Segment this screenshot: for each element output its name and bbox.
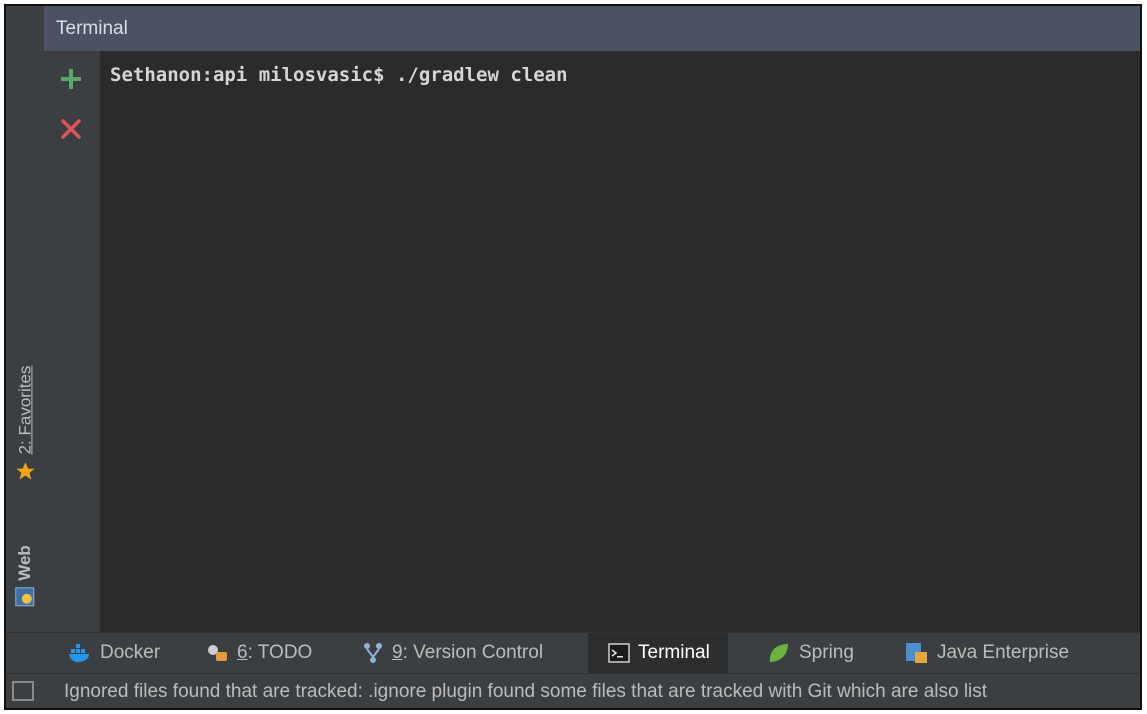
left-tool-stripe: 2: Favorites Web — [6, 6, 45, 632]
favorites-tab-label: 2: Favorites — [15, 365, 34, 454]
terminal-output[interactable]: Sethanon:api milosvasic$ ./gradlew clean — [100, 51, 1140, 632]
version-control-tab[interactable]: 9: Version Control — [356, 633, 549, 673]
terminal-toolbar — [44, 51, 100, 632]
terminal-prompt-line: Sethanon:api milosvasic$ ./gradlew clean — [110, 64, 568, 86]
web-tab[interactable]: Web — [10, 531, 40, 621]
docker-icon — [69, 644, 89, 662]
docker-tab-label: Docker — [100, 642, 161, 663]
todo-icon — [208, 645, 227, 661]
spring-tab[interactable]: Spring — [761, 633, 860, 673]
spring-tab-label: Spring — [799, 642, 854, 663]
java-enterprise-tab-label: Java Enterprise — [937, 642, 1070, 663]
ide-window: 2: Favorites Web Terminal Sethanon:api m… — [6, 6, 1140, 708]
plus-icon — [61, 69, 81, 89]
terminal-panel-header: Terminal — [44, 6, 1140, 52]
todo-tab-label: 6: TODO — [237, 642, 313, 663]
web-icon — [15, 587, 35, 607]
todo-tab[interactable]: 6: TODO — [199, 633, 318, 673]
tool-window-bar: Docker 6: TODO 9: Version Control Termin… — [6, 632, 1140, 673]
web-tab-label: Web — [15, 545, 35, 581]
tool-windows-toggle-button[interactable] — [12, 681, 34, 701]
terminal-tab[interactable]: Terminal — [588, 633, 728, 673]
docker-tab[interactable]: Docker — [62, 633, 166, 673]
spring-icon — [769, 644, 788, 662]
java-enterprise-icon — [906, 643, 927, 663]
version-control-icon — [364, 643, 382, 663]
status-message[interactable]: Ignored files found that are tracked: .i… — [64, 681, 987, 703]
favorites-tab[interactable]: 2: Favorites — [10, 346, 40, 501]
new-session-button[interactable] — [56, 64, 86, 94]
terminal-tab-label: Terminal — [638, 642, 710, 663]
terminal-icon — [608, 643, 630, 663]
java-enterprise-tab[interactable]: Java Enterprise — [899, 633, 1075, 673]
star-icon — [14, 460, 36, 482]
version-control-tab-label: 9: Version Control — [392, 642, 544, 663]
close-icon — [61, 119, 81, 139]
close-session-button[interactable] — [56, 114, 86, 144]
status-bar: Ignored files found that are tracked: .i… — [6, 673, 1140, 708]
panel-title: Terminal — [56, 17, 128, 39]
